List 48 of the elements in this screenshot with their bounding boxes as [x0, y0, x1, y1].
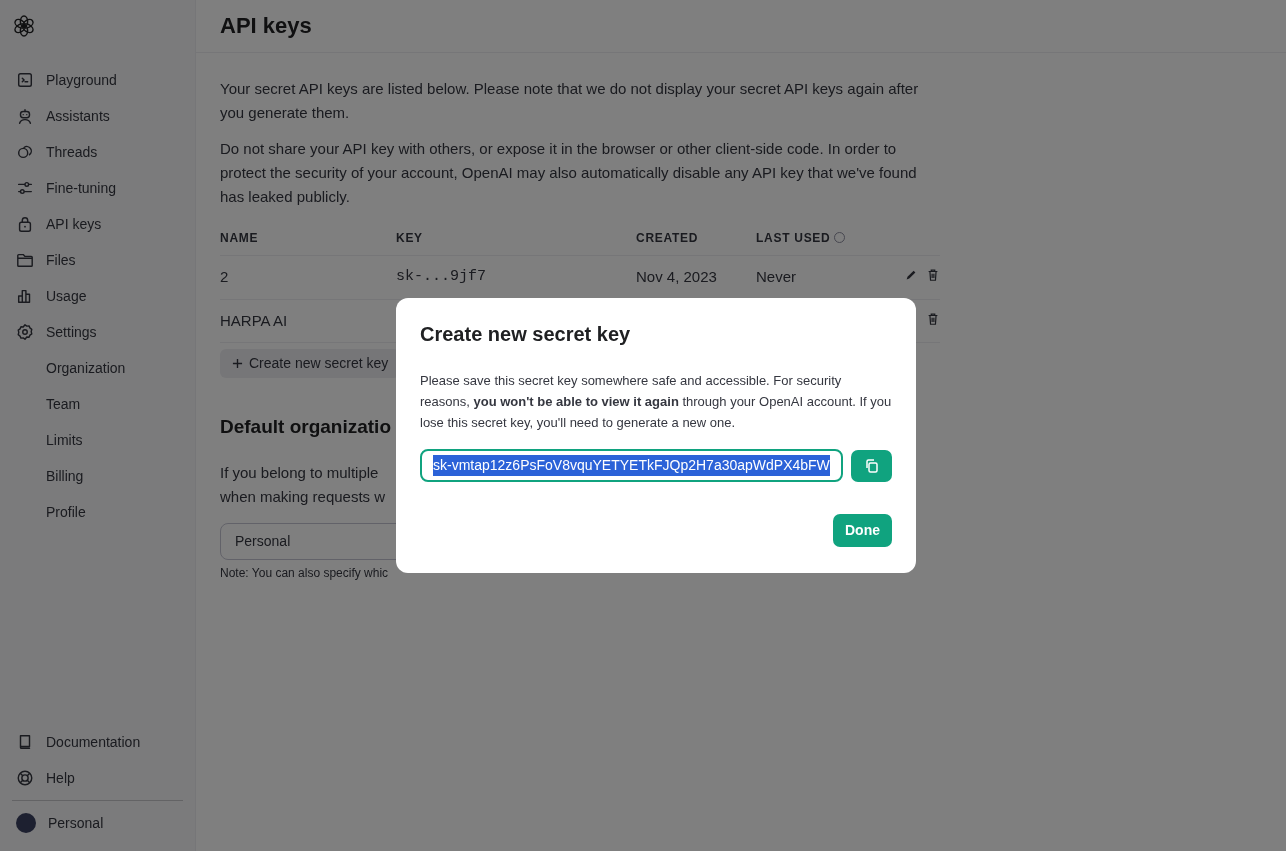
terminal-icon	[16, 71, 34, 89]
modal-title: Create new secret key	[420, 322, 632, 346]
paragraph-line: If you belong to multiple	[220, 462, 379, 483]
column-header: KEY	[396, 221, 636, 256]
sidebar-item[interactable]: Organization	[12, 350, 183, 386]
avatar	[16, 813, 36, 833]
chat-bubbles-icon	[16, 143, 34, 161]
sidebar-item[interactable]: Settings	[12, 314, 183, 350]
trash-icon[interactable]	[926, 268, 940, 282]
sidebar-item[interactable]: Team	[12, 386, 183, 422]
sidebar-item[interactable]: Limits	[12, 422, 183, 458]
sliders-icon	[16, 179, 34, 197]
copy-icon	[863, 457, 880, 474]
sidebar-item[interactable]: Usage	[12, 278, 183, 314]
edit-icon[interactable]	[904, 268, 918, 282]
robot-icon	[16, 107, 34, 125]
column-header: CREATED	[636, 221, 756, 256]
folder-icon	[16, 251, 34, 269]
account-name: Personal	[48, 813, 104, 833]
lock-icon	[16, 215, 34, 233]
modal-message: Please save this secret key somewhere safe and accessible. For security reasons, you won't be able to view it again through your OpenAI account. If you lose this secret key, you'll need to generate a new one.	[420, 372, 892, 432]
paragraph-line: when making requests w	[220, 486, 386, 507]
logo-icon[interactable]	[12, 14, 36, 38]
sidebar-item[interactable]: Billing	[12, 458, 183, 494]
key-field[interactable]: sk-vmtap12z6PsFoV8vquYETYETkFJQp2H7a30apWdPX4bFW	[420, 449, 843, 482]
page-title: API keys	[220, 12, 312, 40]
sidebar-item[interactable]: Assistants	[12, 98, 183, 134]
sidebar-item[interactable]: API keys	[12, 206, 183, 242]
sidebar-item[interactable]: Fine-tuning	[12, 170, 183, 206]
paragraph: Your secret API keys are listed below. Please note that we do not display your secret API keys again after you generate them.	[220, 79, 920, 123]
note-text: Note: You can also specify whic	[220, 564, 390, 582]
sidebar-item[interactable]: Threads	[12, 134, 183, 170]
sidebar-item[interactable]: Help	[12, 760, 183, 796]
sidebar-item[interactable]: Documentation	[12, 724, 183, 760]
plus-icon	[232, 358, 243, 369]
sidebar-item[interactable]: Playground	[12, 62, 183, 98]
help-icon	[16, 769, 34, 787]
sidebar-item[interactable]: Profile	[12, 494, 183, 530]
settings-icon	[16, 323, 34, 341]
section-title: Default organizatio	[220, 416, 391, 439]
column-header: NAME	[220, 221, 396, 256]
copy-button[interactable]	[851, 449, 892, 482]
table-cell: 2	[220, 255, 396, 299]
trash-icon[interactable]	[926, 311, 940, 326]
column-header: LAST USED	[756, 231, 831, 245]
done-button[interactable]: Done	[833, 514, 892, 547]
sidebar-item[interactable]: Files	[12, 242, 183, 278]
paragraph: Do not share your API key with others, or expose it in the browser or other client-side code. In order to protect the security of your account, OpenAI may also automatically disable any API key that we've found has leaked publicly.	[220, 139, 918, 207]
